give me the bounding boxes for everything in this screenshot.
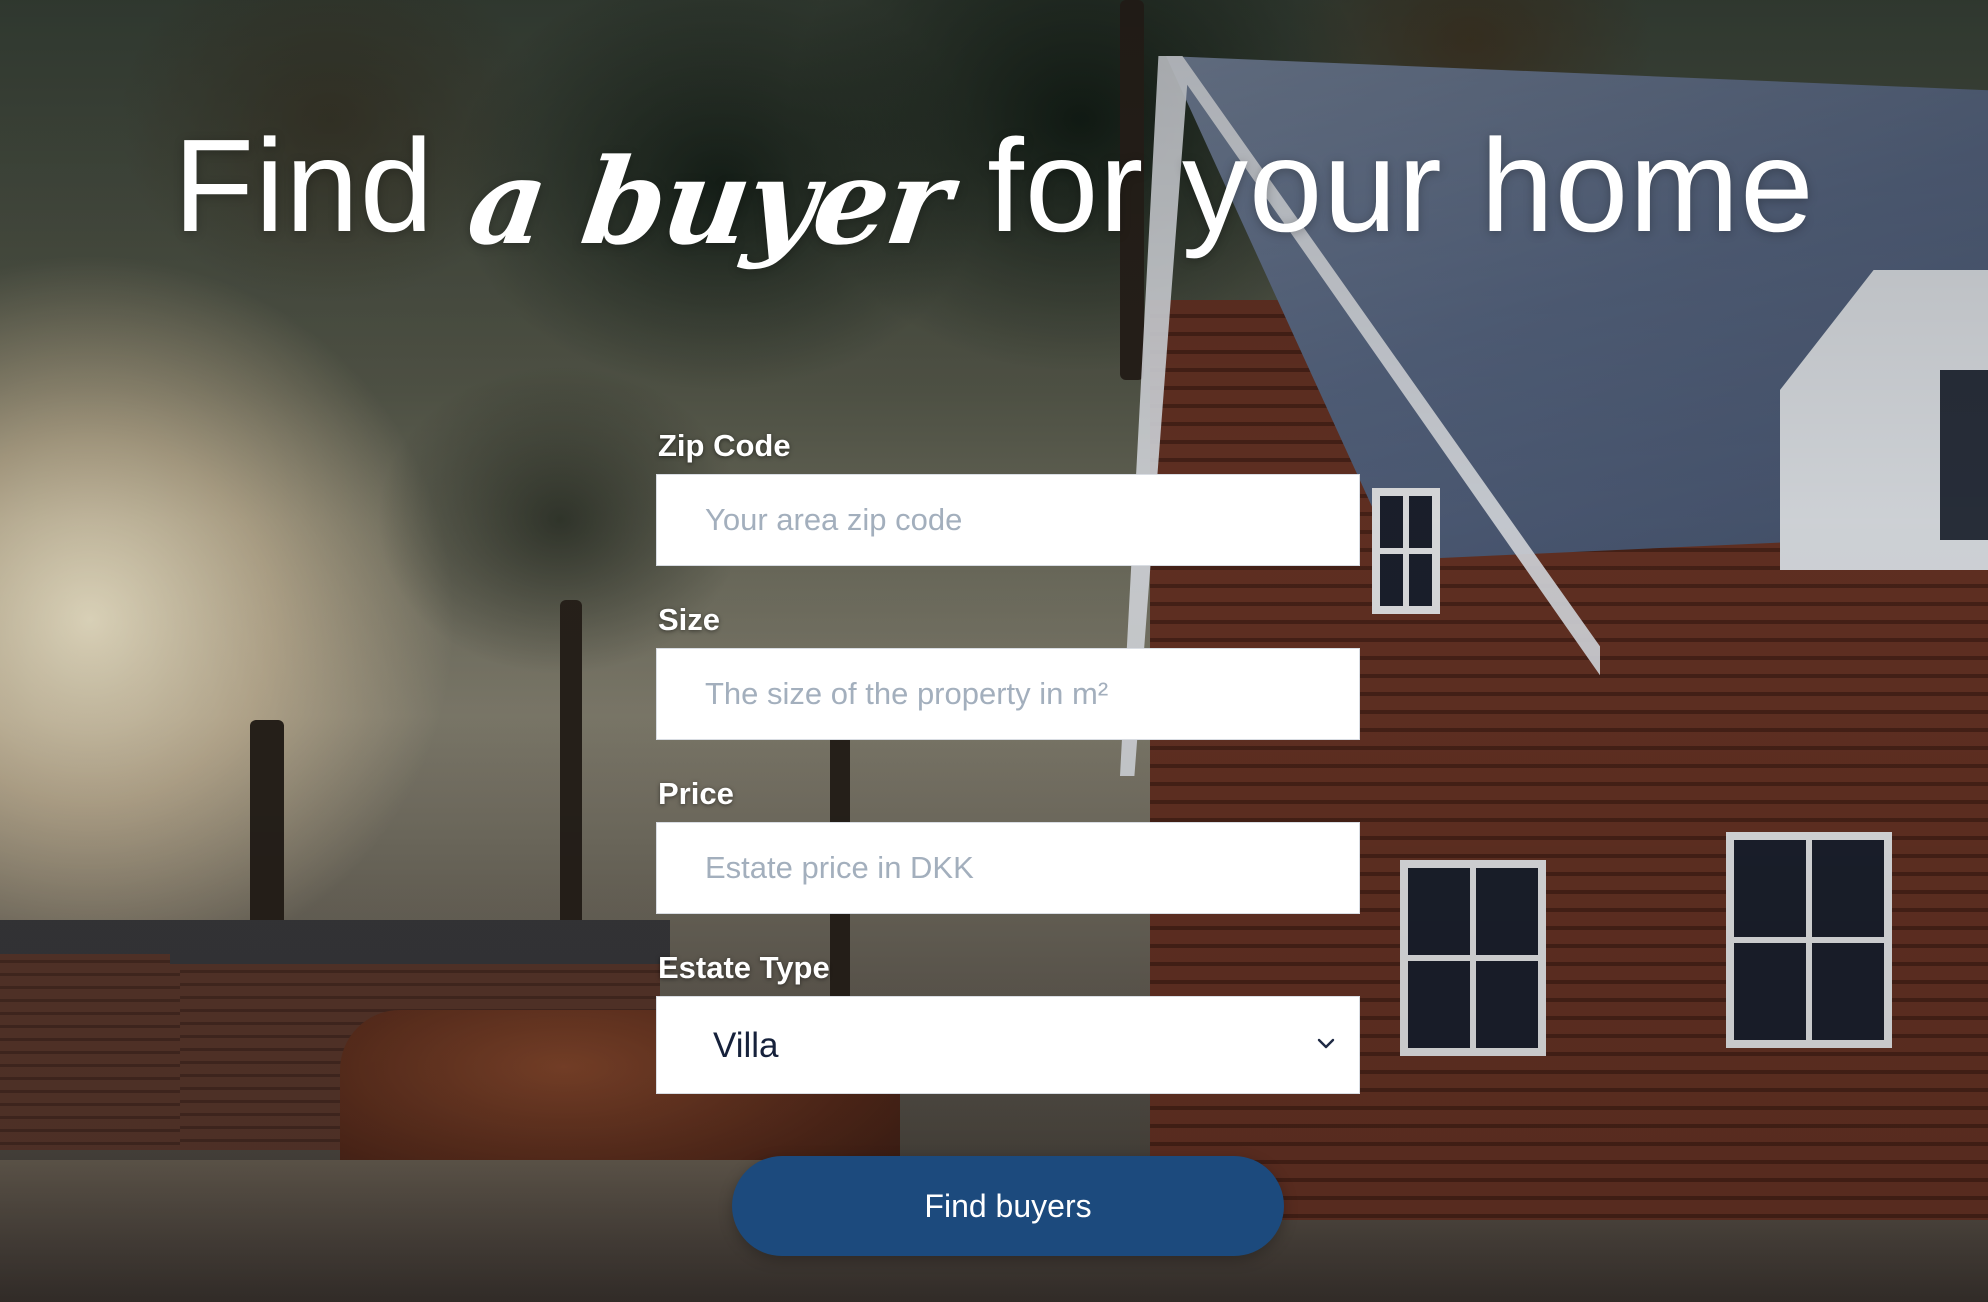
price-input[interactable] [656, 822, 1360, 914]
zip-input[interactable] [656, 474, 1360, 566]
page-title: Find a buyer for your home [0, 120, 1988, 272]
estate-type-select-wrap: Villa [656, 996, 1360, 1094]
size-label: Size [658, 602, 721, 637]
estate-type-select[interactable]: Villa [656, 996, 1360, 1094]
find-buyers-button[interactable]: Find buyers [732, 1156, 1284, 1256]
size-field: Size [656, 602, 1360, 740]
size-input[interactable] [656, 648, 1360, 740]
price-field: Price [656, 776, 1360, 914]
buyer-search-form: Zip Code Size Price Estate Type Villa [656, 428, 1360, 1094]
headline-part1: Find [173, 112, 435, 259]
price-label: Price [658, 776, 734, 811]
headline-script: a buyer [460, 132, 958, 271]
zip-field: Zip Code [656, 428, 1360, 566]
estate-type-field: Estate Type Villa [656, 950, 1360, 1094]
zip-label: Zip Code [658, 428, 791, 463]
headline-part2: for your home [987, 112, 1815, 259]
estate-type-label: Estate Type [658, 950, 830, 985]
